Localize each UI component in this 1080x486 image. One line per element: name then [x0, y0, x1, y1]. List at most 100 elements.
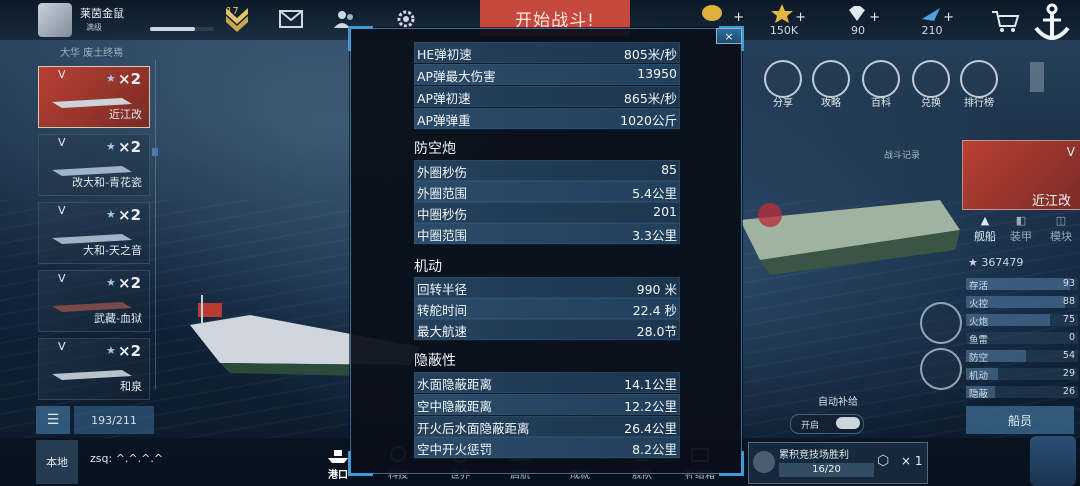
stat-table-row: 外圈范围 5.4公里 — [414, 181, 680, 203]
stat-table-row: 空中开火惩罚 8.2公里 — [414, 437, 680, 459]
share-button[interactable]: 分享 — [762, 60, 804, 110]
stat-table-row: 中圈范围 3.3公里 — [414, 223, 680, 245]
wiki-button[interactable]: 百科 — [860, 60, 902, 110]
shop-cart-icon[interactable] — [990, 8, 1020, 34]
ship-card[interactable]: V ★ ×2 大和-天之音 — [38, 202, 150, 264]
tab-module[interactable]: ◫ 模块 — [1040, 212, 1080, 248]
medal-amount: 150K — [769, 24, 799, 37]
reward-count: × 1 — [901, 454, 923, 468]
port-icon — [328, 450, 348, 463]
leaderboard-button[interactable]: 排行榜 — [958, 60, 1000, 110]
stat-row: 火控 88 — [966, 295, 1078, 310]
fleet-title: 大华 废土终焉 — [60, 48, 124, 59]
stat-table-row: AP弹弹重 1020公斤 — [414, 108, 680, 130]
ship-count: ×2 — [118, 342, 142, 360]
ranking-icon — [960, 60, 998, 98]
add-medal-icon[interactable]: + — [795, 10, 806, 25]
diamond-icon — [849, 6, 865, 21]
medal-resource[interactable]: + 150K — [754, 3, 814, 39]
rank-upgrade-button[interactable] — [920, 302, 962, 344]
settings-gear-icon[interactable] — [393, 8, 419, 30]
stat-row: 隐蔽 26 — [966, 385, 1078, 400]
ship-card[interactable]: V ★ ×2 改大和-青花瓷 — [38, 134, 150, 196]
reward-cube-icon: ⬡ — [877, 453, 890, 469]
auto-supply-toggle[interactable]: 开启 — [790, 414, 864, 434]
ship-name: 大和-天之音 — [83, 244, 142, 257]
battle-log-label[interactable]: 战斗记录 — [884, 148, 920, 161]
home-icon — [812, 60, 850, 98]
diamond-amount: 90 — [851, 24, 865, 37]
guide-button[interactable]: 攻略 — [810, 60, 852, 110]
mail-icon[interactable] — [278, 8, 304, 30]
star-icon: ★ — [106, 72, 116, 85]
stat-row: 机动 29 — [966, 367, 1078, 382]
ship-tier: V — [58, 272, 66, 285]
chat-message[interactable]: zsq: ^.^.^.^ — [90, 452, 163, 465]
ship-count-button[interactable]: 193/211 — [74, 406, 154, 434]
section-title-concealment: 隐蔽性 — [414, 353, 456, 369]
armor-tab-icon: ◧ — [1015, 214, 1027, 227]
ship-name: 改大和-青花瓷 — [72, 176, 142, 189]
ship-name: 武藏-血狱 — [94, 312, 142, 325]
add-gold-icon[interactable]: + — [733, 10, 744, 25]
chat-channel-button[interactable]: 本地 — [36, 440, 78, 484]
fighter-resource[interactable]: + 210 — [902, 3, 962, 39]
ship-name: 近江改 — [109, 108, 142, 121]
stat-table-row: 空中隐蔽距离 12.2公里 — [414, 394, 680, 416]
event-title: 累积竞技场胜利 — [779, 450, 849, 461]
captain-avatar[interactable] — [1030, 436, 1076, 486]
stat-table-row: 水面隐蔽距离 14.1公里 — [414, 372, 680, 394]
auto-supply-state: 开启 — [801, 421, 820, 431]
player-name: 莱茵金鼠 — [80, 7, 124, 20]
expand-arrow-icon[interactable] — [1030, 62, 1044, 92]
ship-tier: V — [58, 204, 66, 217]
stat-row: 存活 93 — [966, 277, 1078, 292]
ship-tier: V — [58, 136, 66, 149]
ship-card[interactable]: V ★ ×2 近江改 — [38, 66, 150, 128]
player-status: 满级 — [86, 23, 102, 32]
stat-table-row: 中圈秒伤 201 — [414, 202, 680, 224]
event-icon — [753, 451, 775, 473]
player-level: 17 — [226, 6, 239, 17]
section-title-mobility: 机动 — [414, 259, 442, 275]
gold-coin-icon — [702, 5, 722, 21]
exchange-button[interactable]: 兑换 — [910, 60, 952, 110]
add-diamond-icon[interactable]: + — [869, 10, 880, 25]
ship-count: ×2 — [118, 274, 142, 292]
selected-ship-tier: V — [1066, 145, 1075, 159]
ship-card[interactable]: V ★ ×2 和泉 — [38, 338, 150, 400]
repair-tools-button[interactable] — [920, 348, 962, 390]
selected-ship-name: 近江改 — [1032, 194, 1072, 209]
star-icon: ★ — [968, 256, 982, 269]
stat-table-row: 回转半径 990 米 — [414, 277, 680, 299]
stat-table-row: 转舵时间 22.4 秒 — [414, 298, 680, 320]
ship-tab-icon: ▲ — [980, 214, 990, 227]
ship-tier: V — [58, 340, 66, 353]
toggle-knob — [836, 417, 860, 429]
star-icon: ★ — [106, 276, 116, 289]
stat-table-row: AP弹最大伤害 13950 — [414, 64, 680, 86]
star-icon: ★ — [106, 208, 116, 221]
auto-supply-label: 自动补给 — [818, 397, 858, 408]
battleship-model-bow — [740, 200, 960, 275]
add-fighter-icon[interactable]: + — [943, 10, 954, 25]
star-icon: ★ — [106, 344, 116, 357]
combat-power: ★ 367479 — [968, 256, 1024, 269]
diamond-resource[interactable]: + 90 — [828, 3, 888, 39]
close-icon[interactable]: × — [716, 28, 742, 44]
arena-wins-event[interactable]: 累积竞技场胜利 16/20 ⬡ × 1 — [748, 442, 928, 484]
stat-row: 火炮 75 — [966, 313, 1078, 328]
player-avatar[interactable] — [38, 3, 72, 37]
ship-name: 和泉 — [120, 380, 142, 393]
stat-table-row: HE弹初速 805米/秒 — [414, 42, 680, 64]
list-scrollbar[interactable] — [152, 148, 158, 156]
star-icon: ★ — [106, 140, 116, 153]
crew-button[interactable]: 船员 — [966, 406, 1074, 434]
anchor-icon[interactable] — [1032, 2, 1072, 46]
event-progress: 16/20 — [779, 463, 874, 477]
list-view-icon[interactable]: ☰ — [36, 406, 70, 434]
stat-row: 防空 54 — [966, 349, 1078, 364]
ship-card[interactable]: V ★ ×2 武藏-血狱 — [38, 270, 150, 332]
module-tab-icon: ◫ — [1055, 214, 1067, 227]
tab-armor[interactable]: ◧ 装甲 — [1000, 212, 1042, 248]
